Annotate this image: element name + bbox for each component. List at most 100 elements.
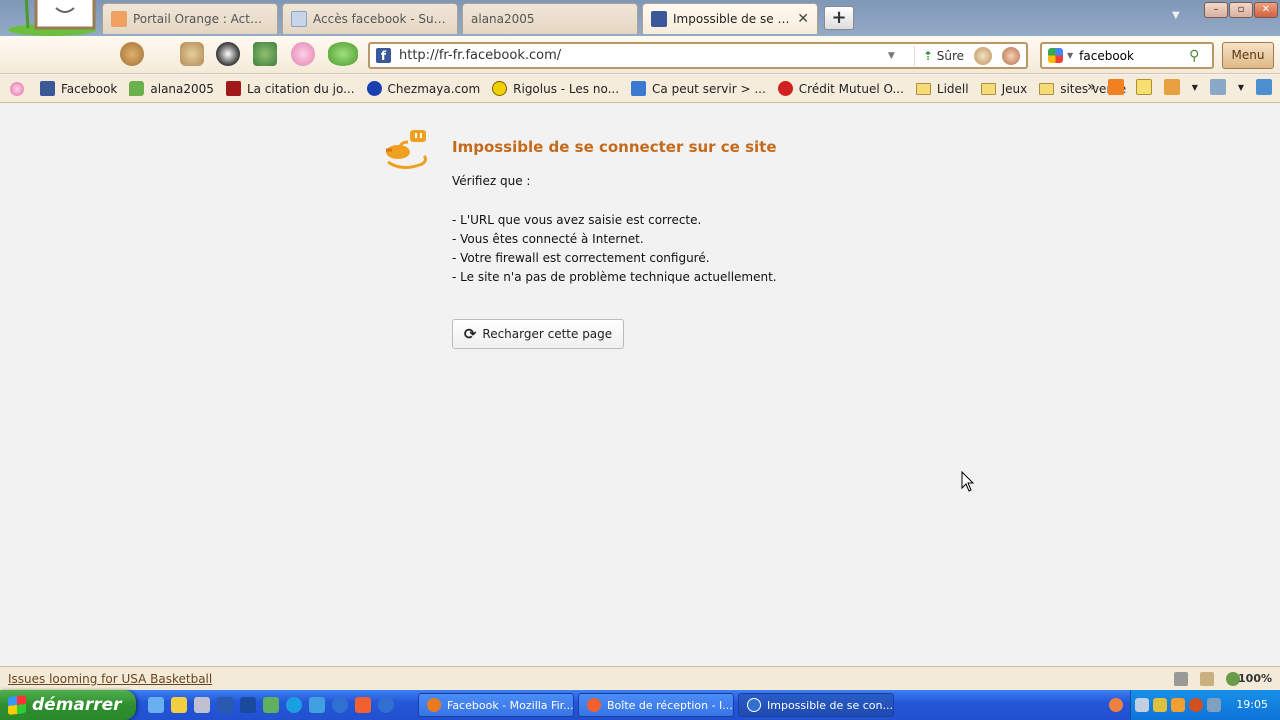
tab-label: alana2005 xyxy=(471,12,535,26)
quicklaunch-m-icon[interactable] xyxy=(240,697,256,713)
app-m-icon xyxy=(747,698,761,712)
bookmark-alana2005[interactable]: alana2005 xyxy=(129,81,214,96)
bookmark-label: Jeux xyxy=(1001,81,1028,96)
decor-pot-icon[interactable] xyxy=(120,42,144,66)
tab-portail-orange[interactable]: Portail Orange : Actu, Sp... xyxy=(102,3,278,34)
tab-impossible-connecter[interactable]: Impossible de se con... ✕ xyxy=(642,3,818,34)
zoom-level[interactable]: 100% xyxy=(1238,672,1272,685)
paw-icon xyxy=(366,81,382,96)
lotus-bookmark-menu-icon[interactable] xyxy=(10,81,24,96)
screenshot-camera-icon[interactable] xyxy=(1209,79,1226,95)
addons-dropdown-icon[interactable]: ▼ xyxy=(1192,83,1198,92)
url-history-dropdown-icon[interactable]: ▼ xyxy=(888,51,906,61)
start-label: démarrer xyxy=(32,695,122,715)
error-page: Impossible de se connecter sur ce site V… xyxy=(0,104,1280,666)
tray-security-icon[interactable] xyxy=(1153,698,1167,712)
address-bar[interactable]: f http://fr-fr.facebook.com/ ▼ ⇡ Sûre xyxy=(368,42,1028,69)
windows-logo-icon xyxy=(8,695,26,715)
note-icon[interactable] xyxy=(1135,79,1152,95)
bookmark-chezmaya[interactable]: Chezmaya.com xyxy=(366,81,481,96)
quicklaunch-m2-icon[interactable] xyxy=(378,697,394,713)
quicklaunch-browser-icon[interactable] xyxy=(309,697,325,713)
bookmark-facebook[interactable]: Facebook xyxy=(40,81,117,96)
tray-expand-icon[interactable] xyxy=(1109,698,1123,712)
bookmarks-overflow-button[interactable]: » xyxy=(1087,79,1096,95)
bookmark-label: Rigolus - Les no... xyxy=(513,81,620,96)
url-text[interactable]: http://fr-fr.facebook.com/ xyxy=(399,48,888,63)
reload-icon: ⟳ xyxy=(463,325,477,343)
list-item: - Vous êtes connecté à Internet. xyxy=(452,232,644,246)
lamp-icon[interactable] xyxy=(1200,672,1214,686)
engine-dropdown-icon[interactable]: ▼ xyxy=(1067,51,1073,60)
new-tab-button[interactable]: + xyxy=(824,6,854,30)
disconnected-plug-icon xyxy=(386,130,428,169)
decor-lute-icon[interactable] xyxy=(180,42,204,66)
task-firefox[interactable]: Facebook - Mozilla Fir... xyxy=(418,693,574,717)
mouse-cursor-icon xyxy=(961,471,975,492)
bookmark-label: alana2005 xyxy=(150,81,214,96)
search-bar[interactable]: ▼ ⚲ xyxy=(1040,42,1214,69)
decor-lotus-icon[interactable] xyxy=(291,42,315,66)
separator xyxy=(913,45,915,66)
decor-yin-yang-icon[interactable] xyxy=(216,42,240,66)
bookmark-citation[interactable]: La citation du jo... xyxy=(225,81,355,96)
gourd-icon[interactable] xyxy=(1002,46,1020,65)
tray-volume-icon[interactable] xyxy=(1207,698,1221,712)
facebook-icon xyxy=(40,81,55,96)
bookmark-credit-mutuel[interactable]: Crédit Mutuel O... xyxy=(777,81,904,96)
tray-network-icon[interactable] xyxy=(1135,698,1149,712)
quicklaunch-skype-icon[interactable] xyxy=(286,697,302,713)
mascot-logo-icon xyxy=(8,0,96,36)
bookmark-folder-lidell[interactable]: Lidell xyxy=(915,82,969,96)
quicklaunch-messenger-icon[interactable] xyxy=(171,697,187,713)
bookmark-rigolus[interactable]: Rigolus - Les no... xyxy=(492,81,619,96)
list-item: - Le site n'a pas de problème technique … xyxy=(452,270,777,284)
credit-mutuel-icon xyxy=(777,81,793,96)
close-tab-icon[interactable]: ✕ xyxy=(797,11,809,27)
search-go-icon[interactable]: ⚲ xyxy=(1189,48,1199,64)
printer-icon[interactable] xyxy=(1174,672,1188,686)
fan-icon[interactable] xyxy=(974,46,992,65)
rss-icon[interactable] xyxy=(1107,79,1124,95)
tab-label: Portail Orange : Actu, Sp... xyxy=(133,12,269,26)
decor-lily-pad-icon[interactable] xyxy=(328,42,358,66)
bookmark-label: Facebook xyxy=(61,81,118,96)
mail-icon xyxy=(587,698,601,712)
tab-acces-facebook[interactable]: Accès facebook - Supp... xyxy=(282,3,458,34)
reload-page-button[interactable]: ⟳ Recharger cette page xyxy=(452,319,624,349)
quicklaunch-mail-icon[interactable] xyxy=(355,697,371,713)
tab-alana2005[interactable]: alana2005 xyxy=(462,3,638,34)
error-title: Impossible de se connecter sur ce site xyxy=(452,138,777,156)
quicklaunch-media-icon[interactable] xyxy=(332,697,348,713)
status-news-link[interactable]: Issues looming for USA Basketball xyxy=(8,672,212,686)
search-input[interactable] xyxy=(1079,48,1190,63)
bookmark-folder-jeux[interactable]: Jeux xyxy=(980,81,1028,96)
google-engine-icon[interactable] xyxy=(1048,48,1063,63)
camera-dropdown-icon[interactable]: ▼ xyxy=(1238,83,1244,92)
menu-button[interactable]: Menu xyxy=(1222,42,1274,69)
quicklaunch-user-icon[interactable] xyxy=(194,697,210,713)
system-tray: 19:05 xyxy=(1109,690,1280,720)
quicklaunch-ie-icon[interactable] xyxy=(148,697,164,713)
decor-pagoda-icon[interactable] xyxy=(253,42,277,66)
minimize-button[interactable]: – xyxy=(1204,2,1228,18)
smiley-icon xyxy=(492,81,508,96)
windows-taskbar: démarrer Facebook - Mozilla Fir... Boîte… xyxy=(0,690,1280,720)
close-window-button[interactable]: ✕ xyxy=(1254,2,1278,18)
start-button[interactable]: démarrer xyxy=(0,690,136,720)
maximize-button[interactable]: ▫ xyxy=(1229,2,1253,18)
site-safety-indicator[interactable]: ⇡ Sûre xyxy=(923,49,964,63)
quicklaunch-word-icon[interactable] xyxy=(217,697,233,713)
addons-icon[interactable] xyxy=(1163,79,1180,95)
chat-bubble-icon xyxy=(129,81,145,96)
tray-app-icon[interactable] xyxy=(1189,698,1203,712)
task-mail-inbox[interactable]: Boîte de réception - I... xyxy=(578,693,734,717)
bookmark-label: Chezmaya.com xyxy=(387,81,481,96)
bookmark-ca-peut-servir[interactable]: Ca peut servir > ... xyxy=(631,81,766,96)
quicklaunch-network-icon[interactable] xyxy=(263,697,279,713)
tray-alert-icon[interactable] xyxy=(1171,698,1185,712)
tab-list-dropdown-icon[interactable]: ▼ xyxy=(1172,10,1180,21)
task-impossible-connecter[interactable]: Impossible de se con... xyxy=(738,693,894,717)
folder-icon xyxy=(1039,82,1055,95)
pocket-icon[interactable] xyxy=(1256,79,1272,95)
